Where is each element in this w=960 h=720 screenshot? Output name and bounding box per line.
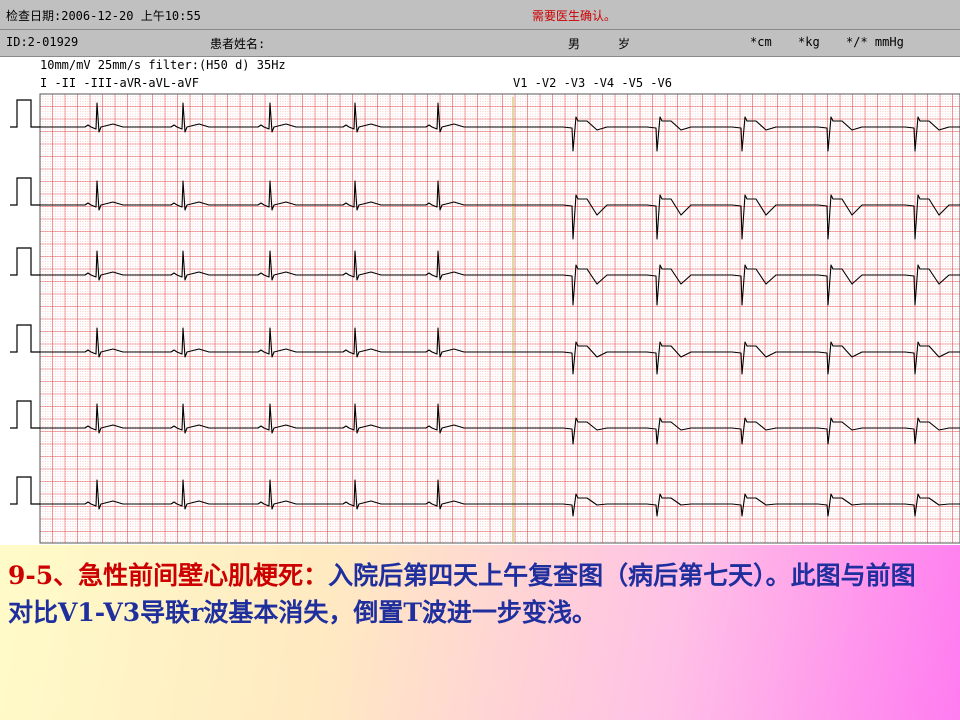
caption-title: 9-5、急性前间壁心肌梗死： bbox=[8, 561, 329, 590]
blood-pressure-unit: */* mmHg bbox=[846, 35, 904, 49]
calibration-pulse bbox=[10, 177, 40, 206]
ecg-trace bbox=[40, 327, 960, 375]
calibration-pulse bbox=[10, 99, 40, 128]
caption: 9-5、急性前间壁心肌梗死：入院后第四天上午复查图（病后第七天）。此图与前图对比… bbox=[8, 557, 928, 631]
ecg-trace bbox=[40, 479, 960, 517]
ecg-chart bbox=[10, 93, 960, 544]
patient-name-label: 患者姓名: bbox=[210, 37, 266, 51]
exam-date: 检查日期:2006-12-20 上午10:55 bbox=[6, 9, 201, 23]
calibration-pulse bbox=[10, 476, 40, 505]
ecg-settings: 10mm/mV 25mm/s filter:(H50 d) 35Hz bbox=[40, 58, 286, 72]
header-bar-top: 检查日期:2006-12-20 上午10:55 需要医生确认。 bbox=[0, 0, 960, 30]
ecg-minor-grid bbox=[40, 93, 960, 542]
chest-leads-label: V1 -V2 -V3 -V4 -V5 -V6 bbox=[513, 76, 672, 90]
height-unit: *cm bbox=[750, 35, 772, 49]
patient-sex: 男 bbox=[568, 37, 581, 51]
weight-unit: *kg bbox=[798, 35, 820, 49]
header-bar-patient: ID:2-01929 患者姓名: 男 岁 *cm *kg */* mmHg bbox=[0, 30, 960, 57]
age-unit: 岁 bbox=[618, 37, 631, 51]
ecg-trace bbox=[40, 180, 960, 240]
caption-panel: 9-5、急性前间壁心肌梗死：入院后第四天上午复查图（病后第七天）。此图与前图对比… bbox=[0, 545, 960, 720]
calibration-pulse bbox=[10, 400, 40, 429]
doctor-confirm-notice: 需要医生确认。 bbox=[532, 9, 617, 23]
patient-id: ID:2-01929 bbox=[6, 35, 79, 49]
calibration-pulse bbox=[10, 247, 40, 276]
calibration-pulse bbox=[10, 324, 40, 353]
ecg-tracing: 10mm/mV 25mm/s filter:(H50 d) 35Hz I -II… bbox=[0, 57, 960, 545]
limb-leads-label: I -II -III-aVR-aVL-aVF bbox=[40, 76, 199, 90]
